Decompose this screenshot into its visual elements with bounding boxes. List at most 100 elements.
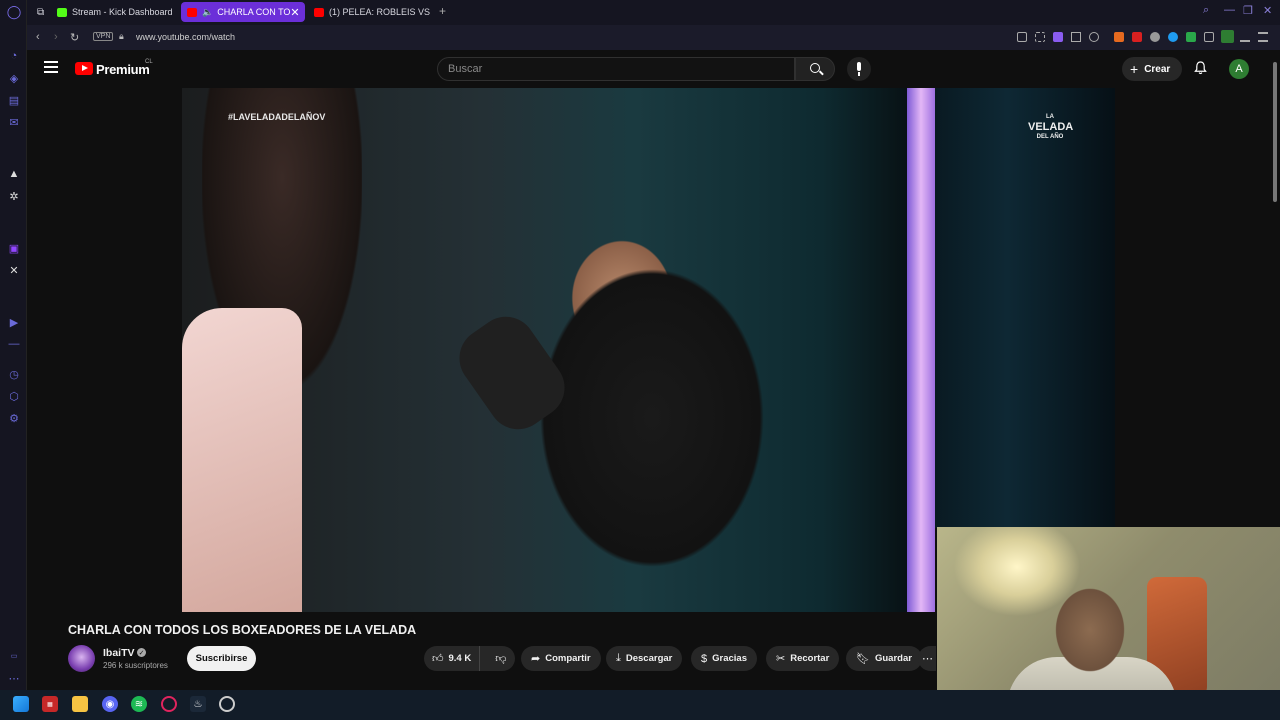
search-button[interactable] [795, 57, 835, 81]
extension-gray-icon[interactable] [1150, 32, 1160, 42]
chatgpt-icon[interactable]: ✲ [7, 189, 21, 203]
download-label: Descargar [625, 653, 673, 664]
youtube-header: Premium CL + Crear A [27, 50, 1270, 88]
aria-icon[interactable]: ◔ [7, 49, 21, 63]
windows-start-icon[interactable] [13, 696, 29, 712]
download-button[interactable]: ⤓ Descargar [606, 646, 683, 671]
like-dislike-group: 👍︎ 9.4 K 👎︎ [424, 646, 515, 671]
opera-sidebar: ◯ ◔ ◈ ▤ ✉ ▲ ✲ ▣ ✕ ▶ — ◷ ⬡ ⚙ ▭ ⋯ [0, 0, 27, 690]
menu-icon[interactable] [44, 61, 58, 73]
channel-avatar[interactable] [68, 645, 95, 672]
tab-label: Stream - Kick Dashboard [72, 7, 173, 17]
player-circle-icon[interactable]: ▶ [7, 315, 21, 329]
close-window-icon[interactable]: ✕ [1263, 4, 1272, 17]
tab-charla[interactable]: 🔈 CHARLA CON TO ✕ [181, 2, 305, 22]
thanks-icon: $ [701, 652, 708, 665]
obs-icon[interactable] [219, 696, 235, 712]
search-tabs-icon[interactable]: ⌕ [1203, 4, 1209, 17]
scissors-icon: ✂ [776, 653, 786, 665]
bell-icon[interactable] [1194, 61, 1207, 75]
video-scene-arm [182, 308, 302, 612]
speaker-icon: 🔈 [202, 6, 214, 17]
x-icon[interactable]: ✕ [7, 263, 21, 277]
share-button[interactable]: ➦ Compartir [521, 646, 601, 671]
bookmark-icon: 🔖︎ [856, 653, 870, 665]
mail-icon[interactable]: ✉ [7, 115, 21, 129]
youtube-logo-icon[interactable] [75, 62, 93, 75]
snapshot-icon[interactable] [1035, 32, 1045, 42]
voice-search-button[interactable] [847, 57, 871, 81]
video-hashtag: #LAVELADADELAÑOV [228, 112, 326, 122]
discord-icon[interactable]: ◉ [102, 696, 118, 712]
reload-icon[interactable]: ↻ [70, 31, 79, 44]
file-explorer-icon[interactable] [72, 696, 88, 712]
aria-ai-icon[interactable]: ▲ [7, 167, 21, 181]
more-icon[interactable]: — [7, 337, 21, 351]
create-button[interactable]: + Crear [1122, 57, 1182, 81]
extension-green-icon[interactable] [1186, 32, 1196, 42]
search-icon [810, 63, 820, 73]
history-icon[interactable]: ◷ [7, 367, 21, 381]
extension-red-icon[interactable] [1132, 32, 1142, 42]
download-icon[interactable] [1240, 32, 1250, 42]
steam-icon[interactable]: ♨ [190, 696, 206, 712]
forward-icon[interactable]: › [54, 31, 58, 43]
tab-pelea[interactable]: (1) PELEA: ROBLEIS VS M [308, 2, 430, 22]
tab-label: CHARLA CON TO [217, 7, 291, 17]
vpn-badge[interactable]: VPN [93, 32, 114, 41]
share-label: Compartir [545, 653, 591, 664]
restore-icon[interactable]: ❐ [1243, 4, 1253, 17]
channel-name[interactable]: IbaiTV [103, 647, 135, 659]
tab-kick-dashboard[interactable]: Stream - Kick Dashboard [51, 2, 179, 22]
spotify-icon[interactable]: ≋ [131, 696, 147, 712]
new-tab-button[interactable]: + [439, 4, 446, 18]
gx-icon[interactable]: ▭ [7, 649, 21, 663]
dislike-button[interactable]: 👎︎ [485, 646, 516, 671]
pin-icon[interactable] [1017, 32, 1027, 42]
sidebar-more-icon[interactable]: ⋯ [7, 671, 21, 685]
video-scene-light [907, 88, 935, 612]
opera-logo-icon[interactable]: ◯ [7, 4, 22, 19]
youtube-brand[interactable]: Premium [96, 62, 150, 77]
minimize-icon[interactable]: — [1224, 4, 1235, 16]
video-player[interactable] [182, 88, 935, 612]
save-button[interactable]: 🔖︎ Guardar [846, 646, 922, 671]
search-input[interactable] [437, 57, 795, 81]
extension-orange-icon[interactable] [1114, 32, 1124, 42]
back-icon[interactable]: ‹ [36, 31, 40, 43]
lock-icon[interactable]: 🔒︎ [119, 31, 124, 42]
heart-icon[interactable] [1089, 32, 1099, 42]
player-icon[interactable]: ▤ [7, 93, 21, 107]
twitch-icon[interactable]: ▣ [7, 241, 21, 255]
tab-switcher-icon[interactable]: ⧉ [31, 2, 47, 22]
subscribe-button[interactable]: Suscribirse [187, 646, 256, 671]
like-count: 9.4 K [448, 653, 472, 664]
create-label: Crear [1144, 63, 1171, 75]
url-field[interactable]: www.youtube.com/watch [136, 32, 235, 42]
subscriber-count: 296 k suscriptores [103, 661, 168, 670]
settings-gear-icon[interactable]: ⚙ [7, 411, 21, 425]
easy-setup-icon[interactable] [1258, 32, 1268, 42]
extensions-puzzle-icon[interactable] [1204, 32, 1214, 42]
crypto-wallet-icon[interactable]: ◈ [7, 71, 21, 85]
logo-line: DEL AÑO [1036, 134, 1064, 140]
extension-blue-icon[interactable] [1168, 32, 1178, 42]
opera-gx-icon[interactable] [161, 696, 177, 712]
account-avatar[interactable]: A [1229, 59, 1249, 79]
profile-icon[interactable] [1221, 30, 1234, 43]
shield-icon[interactable] [1053, 32, 1063, 42]
video-title: CHARLA CON TODOS LOS BOXEADORES DE LA VE… [68, 623, 417, 637]
more-actions-button[interactable]: ⋯ [918, 646, 936, 671]
extensions-icon[interactable]: ⬡ [7, 389, 21, 403]
verified-check-icon: ✓ [137, 648, 146, 657]
clip-button[interactable]: ✂ Recortar [766, 646, 840, 671]
scroll-thumb[interactable] [1273, 62, 1277, 202]
play-icon[interactable] [1071, 32, 1081, 42]
thanks-button[interactable]: $ Gracias [691, 646, 757, 671]
share-icon: ➦ [531, 653, 541, 665]
like-button[interactable]: 👍︎ 9.4 K [424, 646, 481, 671]
news-app-icon[interactable]: ▦ [42, 696, 58, 712]
velada-logo: LA VELADA DEL AÑO [1028, 112, 1074, 148]
logo-line: VELADA [1028, 121, 1074, 133]
close-tab-icon[interactable]: ✕ [290, 6, 299, 19]
